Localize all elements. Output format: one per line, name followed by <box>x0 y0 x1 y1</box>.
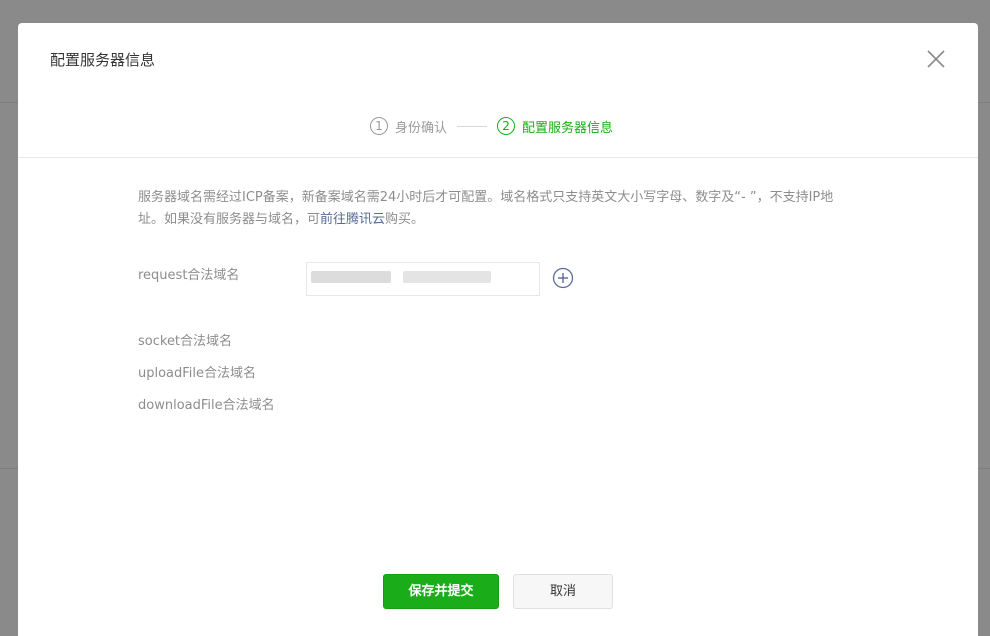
close-icon <box>927 50 945 68</box>
step-indicator: 1 身份确认 2 配置服务器信息 <box>370 116 613 136</box>
step-server-config: 2 配置服务器信息 <box>497 117 613 136</box>
blurred-domain-value <box>311 271 391 283</box>
cancel-button[interactable]: 取消 <box>513 574 613 609</box>
blurred-domain-value <box>403 271 491 283</box>
step-connector <box>457 125 488 127</box>
header-divider <box>18 157 978 158</box>
socket-domain-label: socket合法域名 <box>138 334 233 349</box>
notice-text: 服务器域名需经过ICP备案，新备案域名需24小时后才可配置。域名格式只支持英文大… <box>138 190 834 227</box>
close-button[interactable] <box>924 47 948 71</box>
step-label: 配置服务器信息 <box>522 120 614 136</box>
step-number: 1 <box>370 117 388 135</box>
upload-domain-label: uploadFile合法域名 <box>138 366 257 381</box>
save-submit-button[interactable]: 保存并提交 <box>383 574 499 609</box>
dialog-title: 配置服务器信息 <box>50 51 156 69</box>
tencent-cloud-link[interactable]: 前往腾讯云 <box>320 212 385 227</box>
plus-circle-icon <box>552 267 574 289</box>
request-domain-label: request合法域名 <box>138 268 240 283</box>
step-label: 身份确认 <box>395 120 448 136</box>
request-domain-input[interactable] <box>306 262 540 296</box>
step-number: 2 <box>497 117 516 135</box>
step-identity: 1 身份确认 <box>370 117 447 136</box>
domain-notice: 服务器域名需经过ICP备案，新备案域名需24小时后才可配置。域名格式只支持英文大… <box>138 187 858 231</box>
download-domain-label: downloadFile合法域名 <box>138 398 275 413</box>
add-domain-button[interactable] <box>552 267 574 289</box>
notice-suffix: 购买。 <box>385 212 425 227</box>
config-server-dialog: 配置服务器信息 1 身份确认 2 配置服务器信息 服务器域名需经过ICP备案，新… <box>18 23 978 636</box>
